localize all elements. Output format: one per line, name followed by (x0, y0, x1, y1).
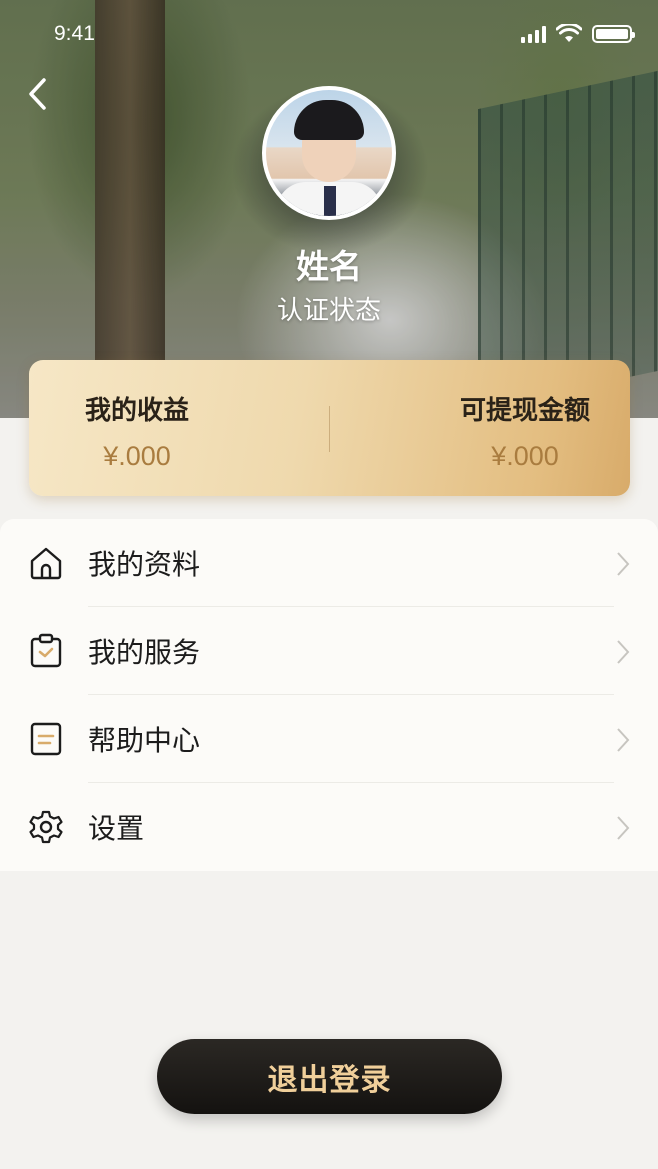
withdrawable-label: 可提现金额 (459, 396, 590, 426)
menu-item-help-center[interactable]: 帮助中心 (0, 695, 658, 783)
clipboard-check-icon (30, 633, 62, 668)
menu-item-my-services[interactable]: 我的服务 (0, 607, 658, 695)
withdrawable-value: ¥.000 (491, 441, 559, 471)
verification-status: 认证状态 (276, 296, 381, 326)
menu-item-label: 我的资料 (88, 548, 201, 581)
menu-item-label: 帮助中心 (88, 724, 201, 757)
avatar[interactable] (262, 86, 396, 220)
chevron-right-icon (617, 816, 630, 840)
status-bar: 9:41 (0, 20, 658, 50)
chevron-right-icon (617, 552, 630, 576)
my-income-value: ¥.000 (103, 441, 171, 471)
menu-item-settings[interactable]: 设置 (0, 783, 658, 871)
wifi-icon (556, 24, 582, 42)
divider (329, 406, 330, 452)
menu-item-label: 我的服务 (88, 636, 201, 669)
logout-button[interactable]: 退出登录 (157, 1039, 502, 1114)
menu-item-my-profile[interactable]: 我的资料 (0, 519, 658, 607)
home-icon (30, 547, 62, 580)
document-icon (30, 722, 62, 756)
back-arrow-icon[interactable] (24, 74, 54, 114)
my-income[interactable]: 我的收益 ¥.000 (85, 390, 189, 472)
menu-list: 我的资料 我的服务 帮助中心 设置 (0, 519, 658, 871)
user-name: 姓名 (296, 247, 362, 286)
chevron-right-icon (617, 640, 630, 664)
status-time: 9:41 (54, 22, 95, 45)
battery-icon (592, 25, 635, 43)
my-income-label: 我的收益 (85, 396, 190, 426)
menu-item-label: 设置 (88, 812, 145, 845)
signal-icon (521, 25, 546, 43)
chevron-right-icon (617, 728, 630, 752)
withdrawable-amount[interactable]: 可提现金额 ¥.000 (460, 390, 590, 472)
earnings-card: 我的收益 ¥.000 可提现金额 ¥.000 (29, 360, 630, 496)
gear-icon (29, 810, 63, 844)
